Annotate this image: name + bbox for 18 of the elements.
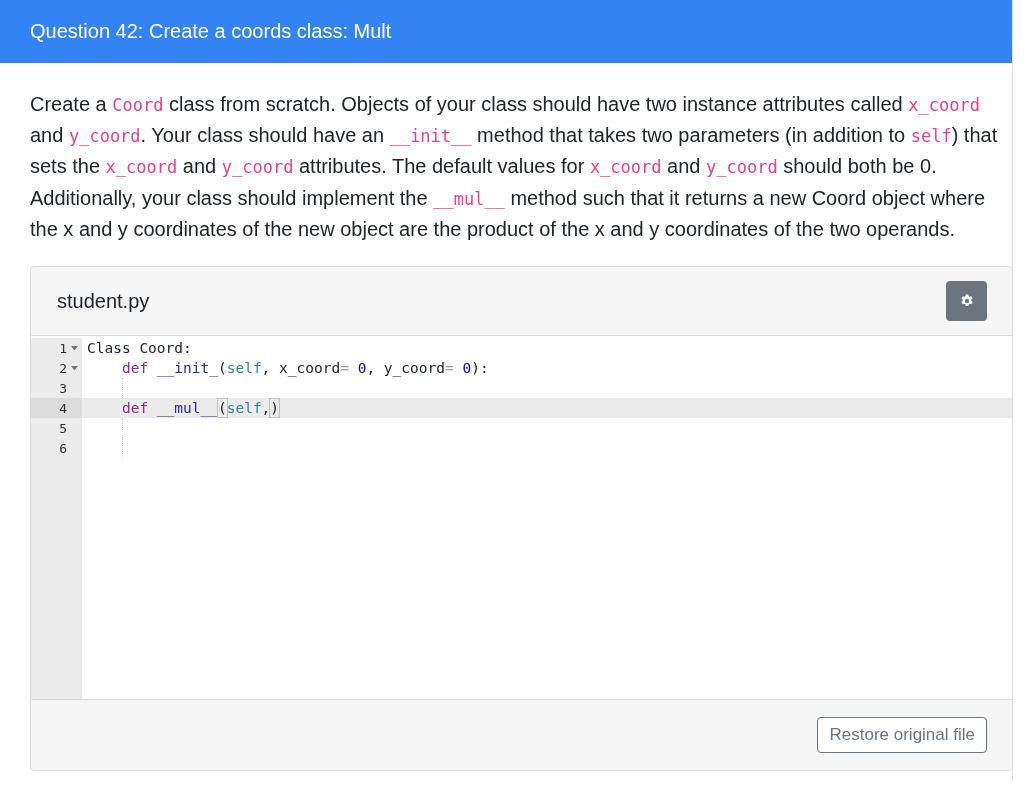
code-line: def __init_(self, x_coord= 0, y_coord= 0): <box>120 359 489 377</box>
settings-button[interactable] <box>946 281 987 321</box>
line-number: 3 <box>59 380 67 396</box>
question-title: Question 42: Create a coords class: Mult <box>30 20 392 43</box>
line-number: 2 <box>59 360 67 376</box>
line-number: 5 <box>59 420 67 436</box>
file-name: student.py <box>57 289 150 313</box>
code-line: Class Coord: <box>87 339 192 357</box>
fold-arrow-icon[interactable] <box>71 345 78 351</box>
fold-arrow-icon[interactable] <box>71 365 78 371</box>
line-number: 4 <box>59 400 67 416</box>
code-line: def __mul__(self,) <box>120 399 280 417</box>
line-number: 6 <box>59 440 67 456</box>
settings-icon <box>959 294 974 308</box>
line-number: 1 <box>59 340 67 356</box>
question-text: Create a Coord class from scratch. Objects of your class should have two instance attributes called x_coord and y_coord. Your class should have an __init__ method that takes two parameters (in addition to self) that sets the x_coord and y_coord attributes. The default values for x_coord and y_coord should both be 0. Additionally, your class should implement the __mul__ method such that it returns a new Coord object where the x and y coordinates of the new object are the product of the x and y coordinates of the two operands. <box>30 92 999 242</box>
code-editor[interactable]: 1 2 3 4 5 6 Class Coord: def __init_(self, x_coord= 0, y_coord= 0): def __mul__(self,) <box>31 336 1012 700</box>
restore-file-button[interactable]: Restore original file <box>817 717 987 753</box>
